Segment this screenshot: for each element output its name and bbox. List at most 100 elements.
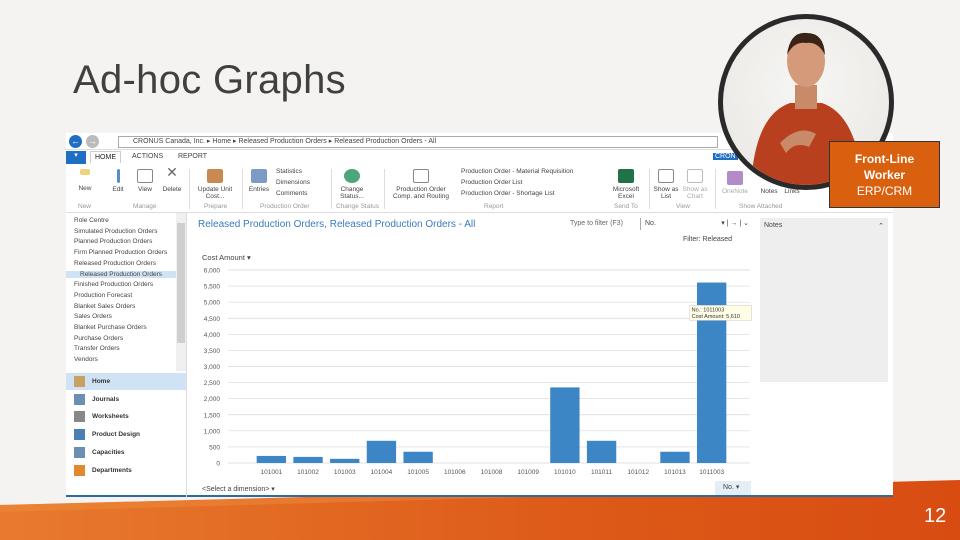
y-tick-label: 1,500	[204, 412, 221, 419]
view-button[interactable]: View	[134, 169, 156, 193]
notes-title: Notes	[764, 222, 783, 229]
nav-item[interactable]: Transfer Orders	[74, 345, 120, 352]
report-material-requisition[interactable]: Production Order - Material Requisition	[461, 168, 573, 175]
bar-chart: 0 500 1,000 1,500 2,000 2,500 3,000 3,500 4,000 4…	[204, 268, 752, 476]
bar-101004[interactable]	[366, 440, 397, 463]
nav-item[interactable]: Production Forecast	[74, 292, 132, 299]
x-tick-label: 1011003	[699, 469, 724, 476]
x-tick-label: 101012	[627, 469, 649, 476]
bar-101001[interactable]	[256, 455, 287, 463]
nav-client-window: ← → CRONUS Canada, Inc. ▸ Home ▸ Release…	[66, 133, 893, 497]
nav-item[interactable]: Planned Production Orders	[74, 238, 152, 245]
delete-button[interactable]: ✕ Delete	[160, 164, 184, 193]
delete-icon: ✕	[166, 164, 178, 180]
breadcrumb[interactable]: CRONUS Canada, Inc. ▸ Home ▸ Released Pr…	[118, 136, 718, 148]
nav-button-home[interactable]: Home	[66, 373, 186, 390]
notes-button[interactable]: Notes	[758, 171, 780, 195]
chart-icon	[687, 169, 703, 183]
new-button[interactable]: New	[74, 169, 96, 192]
nav-item[interactable]: Released Production Orders	[74, 260, 156, 267]
tab-actions[interactable]: ACTIONS	[132, 153, 163, 160]
company-badge: CRON	[713, 153, 738, 160]
y-tick-label: 5,500	[204, 284, 221, 291]
dimensions-button[interactable]: Dimensions	[276, 179, 310, 186]
nav-item[interactable]: Firm Planned Production Orders	[74, 249, 167, 256]
x-tick-label: 101005	[407, 469, 429, 476]
tooltip-line-2: Cost Amount: 5,610	[692, 314, 740, 320]
statistics-button[interactable]: Statistics	[276, 168, 302, 175]
nav-item[interactable]: Finished Production Orders	[74, 281, 153, 288]
group-report: Report	[484, 203, 504, 210]
chart-page: Released Production Orders, Released Pro…	[190, 213, 757, 497]
nav-button-product-design[interactable]: Product Design	[66, 426, 186, 443]
nav-button-icon	[74, 464, 85, 476]
y-tick-label: 500	[209, 444, 220, 451]
bar-101011[interactable]	[586, 440, 617, 463]
entries-button[interactable]: Entries	[247, 169, 271, 193]
breadcrumb-company[interactable]: CRONUS Canada, Inc.	[133, 138, 205, 145]
change-status-button[interactable]: Change Status...	[336, 169, 368, 200]
nav-item[interactable]: Purchase Orders	[74, 335, 123, 342]
y-tick-label: 5,000	[204, 300, 221, 307]
bar-101005[interactable]	[403, 451, 433, 463]
bar-101013[interactable]	[660, 451, 690, 463]
x-axis-select[interactable]: No. ▾	[715, 481, 751, 495]
tab-home[interactable]: HOME	[90, 151, 121, 163]
breadcrumb-released[interactable]: Released Production Orders	[238, 138, 326, 145]
update-unit-cost-button[interactable]: Update Unit Cost...	[193, 169, 237, 200]
group-change-status: Change Status	[336, 203, 380, 210]
nav-item[interactable]: Sales Orders	[74, 313, 112, 320]
links-button[interactable]: Links	[782, 171, 802, 195]
show-as-list-button[interactable]: Show as List	[653, 169, 679, 200]
excel-button[interactable]: Microsoft Excel	[609, 169, 643, 200]
bar-101010[interactable]	[550, 387, 580, 463]
tooltip-line-1: No.: 1011003	[692, 307, 725, 313]
nav-item[interactable]: Vendors	[74, 356, 98, 363]
nav-item[interactable]: Released Production Orders	[66, 270, 176, 278]
app-menu-button[interactable]: ▾	[66, 151, 86, 164]
nav-item[interactable]: Blanket Sales Orders	[74, 303, 135, 310]
collapse-icon[interactable]: ⌃	[878, 222, 884, 230]
ribbon: New Edit View ✕ Delete Update Unit Cost..…	[66, 165, 893, 213]
bar-101002[interactable]	[293, 456, 323, 463]
report-production-order-list[interactable]: Production Order List	[461, 179, 522, 186]
dimension-select[interactable]: <Select a dimension> ▾	[202, 485, 275, 493]
tab-report[interactable]: REPORT	[178, 153, 207, 160]
navigation-pane: Role Centre Simulated Production Orders Pl…	[66, 213, 187, 497]
nav-button-icon	[74, 376, 85, 387]
y-tick-label: 4,500	[204, 316, 221, 323]
y-tick-label: 0	[216, 461, 220, 468]
onenote-button[interactable]: OneNote	[719, 171, 751, 195]
y-tick-label: 1,000	[204, 428, 221, 435]
edit-button[interactable]: Edit	[108, 169, 128, 193]
nav-scrollbar[interactable]	[176, 213, 186, 371]
comments-button[interactable]: Comments	[276, 190, 307, 197]
x-tick-label: 101001	[260, 469, 282, 476]
nav-button-icon	[74, 393, 85, 405]
nav-button-capacities[interactable]: Capacities	[66, 444, 186, 461]
nav-button-worksheets[interactable]: Worksheets	[66, 408, 186, 425]
group-prepare: Prepare	[204, 203, 228, 210]
nav-item[interactable]: Simulated Production Orders	[74, 228, 157, 235]
onenote-icon	[727, 171, 743, 185]
nav-item[interactable]: Blanket Purchase Orders	[74, 324, 147, 331]
prod-comp-routing-button[interactable]: Production Order Comp. and Routing	[390, 169, 452, 200]
nav-item[interactable]: Role Centre	[74, 217, 109, 224]
role-badge: Front-Line Worker ERP/CRM	[829, 141, 940, 208]
y-tick-label: 2,500	[204, 380, 221, 387]
show-as-chart-button[interactable]: Show as Chart	[680, 169, 710, 200]
nav-button-departments[interactable]: Departments	[66, 462, 186, 479]
y-tick-label: 3,500	[204, 348, 221, 355]
back-icon[interactable]: ←	[69, 135, 82, 148]
filter-field-select[interactable]: No. ▾ | → | ⌄	[640, 218, 755, 230]
forward-icon[interactable]: →	[86, 135, 99, 148]
edit-icon	[116, 169, 120, 183]
breadcrumb-home[interactable]: Home	[212, 138, 231, 145]
page-number: 12	[924, 505, 947, 527]
breadcrumb-all[interactable]: Released Production Orders - All	[334, 138, 436, 145]
x-tick-label: 101013	[664, 469, 686, 476]
report-shortage-list[interactable]: Production Order - Shortage List	[461, 190, 555, 197]
bar-101003[interactable]	[330, 458, 360, 463]
filter-input[interactable]: Type to filter (F3)	[570, 220, 623, 227]
nav-button-journals[interactable]: Journals	[66, 391, 186, 408]
